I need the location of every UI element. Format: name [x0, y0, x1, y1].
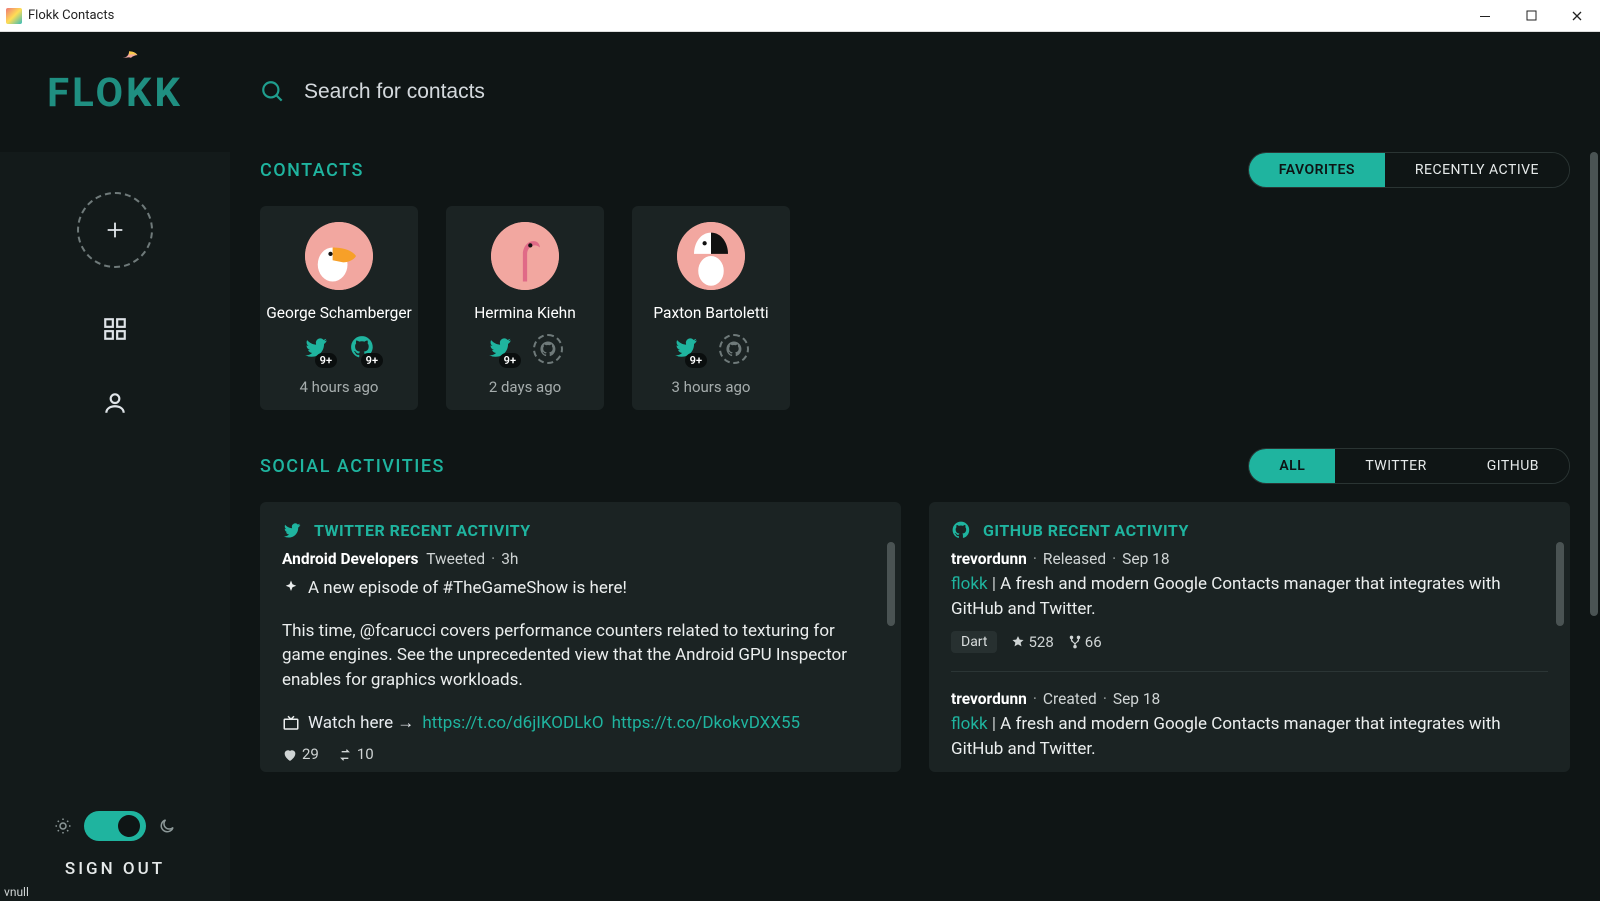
toucan-icon	[119, 45, 141, 67]
divider	[951, 671, 1548, 672]
window-close-button[interactable]	[1554, 0, 1600, 32]
sidebar: SIGN OUT	[0, 152, 230, 901]
repo-link[interactable]: flokk	[951, 714, 988, 734]
contact-avatar	[677, 222, 745, 290]
twitter-icon[interactable]: 9+	[303, 334, 329, 364]
app-icon	[6, 8, 22, 24]
tweet-meta: Android Developers Tweeted3h	[282, 550, 879, 568]
twitter-activity-panel: TWITTER RECENT ACTIVITY Android Develope…	[260, 502, 901, 772]
github-activity-panel: GITHUB RECENT ACTIVITY trevordunnRelease…	[929, 502, 1570, 772]
tab-recently-active[interactable]: RECENTLY ACTIVE	[1385, 153, 1569, 187]
github-icon[interactable]	[719, 334, 749, 364]
moon-icon	[158, 817, 176, 835]
tweet-line1: A new episode of #TheGameShow is here!	[308, 576, 627, 601]
twitter-panel-title: TWITTER RECENT ACTIVITY	[314, 521, 531, 540]
github-activity-item[interactable]: trevordunnReleasedSep 18 flokk | A fresh…	[951, 550, 1548, 653]
contact-name: George Schamberger	[266, 304, 412, 322]
tweet-body: This time, @fcarucci covers performance …	[282, 619, 879, 693]
fork-count: 66	[1068, 633, 1102, 651]
tweet-link-1[interactable]: https://t.co/d6jIKODLkO	[422, 713, 603, 733]
app-logo: FLOKK	[47, 69, 183, 116]
github-icon[interactable]	[533, 334, 563, 364]
version-label: vnull	[4, 885, 29, 899]
contact-name: Paxton Bartoletti	[653, 304, 768, 322]
page-scrollbar[interactable]	[1588, 152, 1598, 901]
like-count[interactable]: 29	[282, 745, 319, 763]
github-activity-item[interactable]: trevordunnCreatedSep 18 flokk | A fresh …	[951, 690, 1548, 772]
star-count: 528	[1011, 633, 1053, 651]
tweet-link-2[interactable]: https://t.co/DkokvDXX55	[612, 713, 800, 733]
sun-icon	[54, 817, 72, 835]
contact-time: 4 hours ago	[300, 378, 379, 396]
logo-text: FLOKK	[47, 69, 183, 116]
add-contact-button[interactable]	[77, 192, 153, 268]
tab-all[interactable]: ALL	[1249, 449, 1335, 483]
repo-link[interactable]: flokk	[951, 574, 988, 594]
panel-scrollbar[interactable]	[1556, 542, 1564, 626]
contact-name: Hermina Kiehn	[474, 304, 576, 322]
twitter-icon	[282, 520, 302, 540]
twitter-icon[interactable]: 9+	[487, 334, 513, 364]
tv-icon	[282, 714, 300, 732]
window-minimize-button[interactable]	[1462, 0, 1508, 32]
tab-github[interactable]: GITHUB	[1457, 449, 1569, 483]
search-input[interactable]	[304, 80, 904, 104]
lang-chip: Dart	[951, 631, 997, 653]
window-maximize-button[interactable]	[1508, 0, 1554, 32]
contact-card[interactable]: Hermina Kiehn 9+ 2 days ago	[446, 206, 604, 410]
github-panel-title: GITHUB RECENT ACTIVITY	[983, 521, 1189, 540]
window-titlebar: Flokk Contacts	[0, 0, 1600, 32]
contact-card[interactable]: George Schamberger 9+ 9+ 4 hours ago	[260, 206, 418, 410]
contacts-heading: CONTACTS	[260, 160, 364, 181]
theme-toggle[interactable]	[84, 811, 146, 841]
social-heading: SOCIAL ACTIVITIES	[260, 456, 445, 477]
github-icon[interactable]: 9+	[349, 334, 375, 364]
contact-time: 2 days ago	[489, 378, 561, 396]
tab-twitter[interactable]: TWITTER	[1335, 449, 1456, 483]
social-filter-tabs: ALL TWITTER GITHUB	[1248, 448, 1570, 484]
sign-out-button[interactable]: SIGN OUT	[65, 859, 165, 879]
sparkle-icon	[282, 579, 300, 597]
contacts-filter-tabs: FAVORITES RECENTLY ACTIVE	[1248, 152, 1570, 188]
profile-icon[interactable]	[102, 390, 128, 416]
watch-prefix: Watch here →	[308, 713, 414, 733]
contact-avatar	[491, 222, 559, 290]
gh-meta: trevordunnCreatedSep 18	[951, 690, 1548, 708]
plus-icon	[104, 219, 126, 241]
contact-card[interactable]: Paxton Bartoletti 9+ 3 hours ago	[632, 206, 790, 410]
twitter-icon[interactable]: 9+	[673, 334, 699, 364]
contact-avatar	[305, 222, 373, 290]
panel-scrollbar[interactable]	[887, 542, 895, 626]
github-icon	[951, 520, 971, 540]
dashboard-icon[interactable]	[102, 316, 128, 342]
tab-favorites[interactable]: FAVORITES	[1249, 153, 1385, 187]
search-icon	[260, 79, 286, 105]
contact-time: 3 hours ago	[672, 378, 751, 396]
app-header: FLOKK	[0, 32, 1600, 152]
retweet-count[interactable]: 10	[337, 745, 374, 763]
gh-meta: trevordunnReleasedSep 18	[951, 550, 1548, 568]
window-title: Flokk Contacts	[28, 8, 114, 23]
